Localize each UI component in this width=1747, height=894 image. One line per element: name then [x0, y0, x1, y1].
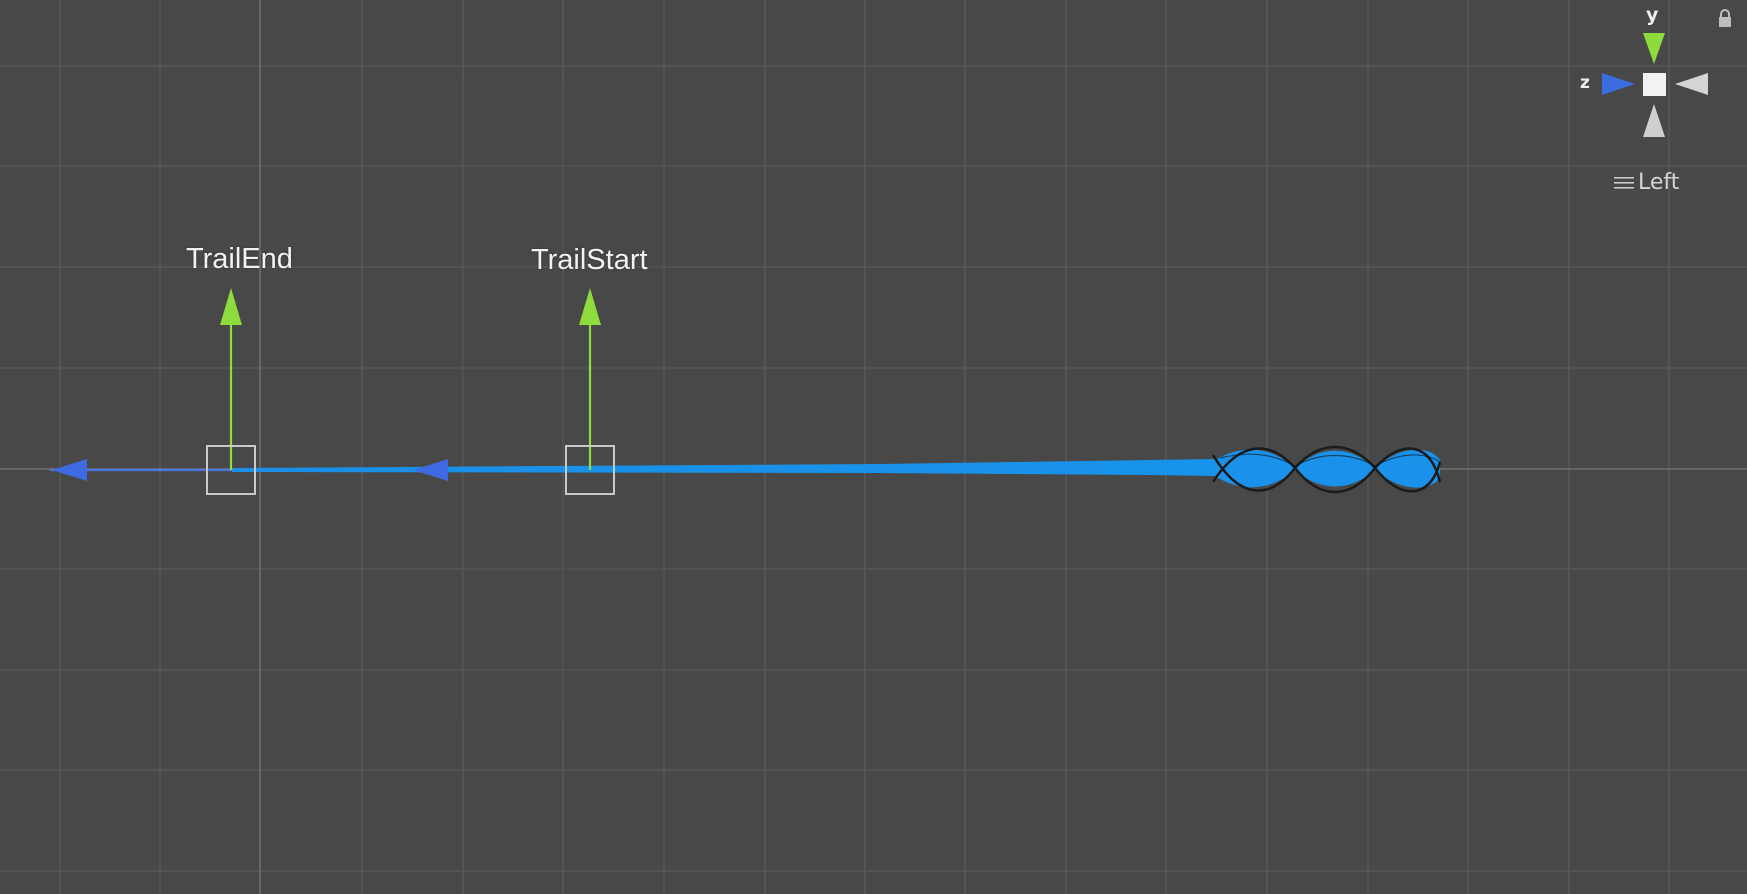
- z-axis-cone-icon[interactable]: [1602, 73, 1635, 95]
- trailstart-label: TrailStart: [531, 244, 648, 276]
- scene-grid: [0, 0, 1747, 894]
- grid-highlight-region: [463, 83, 668, 719]
- trailend-label: TrailEnd: [186, 243, 293, 275]
- neg-y-axis-cone-icon[interactable]: [1643, 104, 1665, 137]
- trailend-forward-arrow-icon[interactable]: [52, 459, 87, 481]
- view-mode-toggle[interactable]: Left: [1614, 170, 1679, 195]
- lock-icon[interactable]: [1716, 8, 1734, 28]
- orientation-gizmo[interactable]: [1602, 33, 1708, 137]
- scene-canvas[interactable]: [0, 0, 1747, 894]
- trailend-transform-gizmo[interactable]: [50, 288, 256, 495]
- neg-z-axis-cone-icon[interactable]: [1675, 73, 1708, 95]
- menu-icon: [1614, 176, 1634, 189]
- y-axis-label: y: [1646, 4, 1659, 26]
- z-axis-label: z: [1580, 73, 1590, 93]
- gizmo-center-cube[interactable]: [1643, 73, 1666, 96]
- trailend-up-arrow-icon[interactable]: [220, 288, 242, 325]
- scene-viewport[interactable]: TrailEnd TrailStart y z Left: [0, 0, 1747, 894]
- trail-renderer: [232, 445, 1442, 494]
- y-axis-cone-icon[interactable]: [1643, 33, 1665, 64]
- view-mode-label: Left: [1638, 170, 1680, 195]
- trailstart-forward-arrow-icon[interactable]: [413, 459, 448, 481]
